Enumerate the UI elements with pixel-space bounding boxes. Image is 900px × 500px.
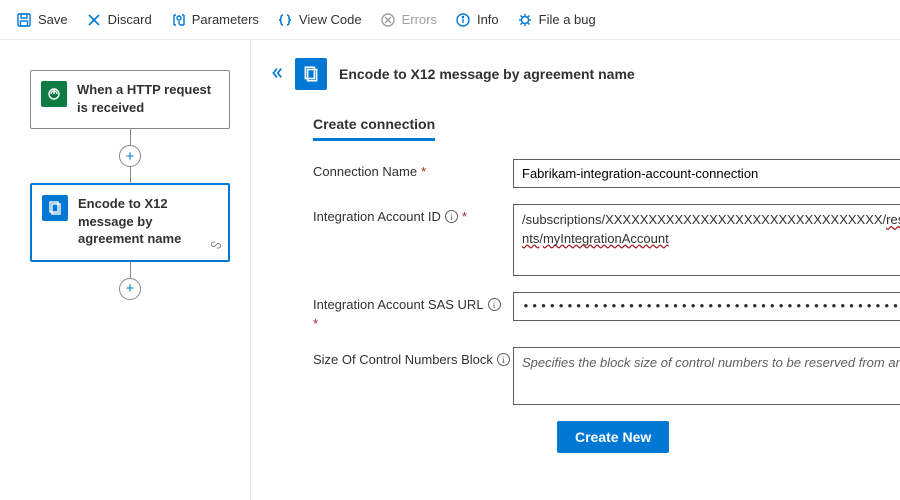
row-block-size: Size Of Control Numbers Block i Specifie… [313, 347, 900, 405]
row-sas-url: Integration Account SAS URL i * ••••••••… [313, 292, 900, 331]
http-trigger-icon [41, 81, 67, 107]
connection-form: Connection Name* Integration Account ID … [313, 159, 900, 453]
connection-name-input[interactable] [513, 159, 900, 188]
discard-button[interactable]: Discard [78, 6, 160, 34]
panel-header: Encode to X12 message by agreement name … [269, 58, 900, 90]
save-button[interactable]: Save [8, 6, 76, 34]
bug-icon [517, 12, 533, 28]
info-icon[interactable]: i [497, 353, 510, 366]
connector: + [30, 129, 230, 183]
view-code-button[interactable]: View Code [269, 6, 370, 34]
save-icon [16, 12, 32, 28]
panel-tab-label: Create connection [313, 116, 435, 141]
label-account-id: Integration Account ID i * [313, 204, 513, 224]
link-icon [210, 238, 222, 256]
errors-icon [380, 12, 396, 28]
required-icon: * [313, 316, 513, 331]
required-icon: * [462, 209, 467, 224]
errors-label: Errors [402, 12, 437, 27]
discard-label: Discard [108, 12, 152, 27]
save-label: Save [38, 12, 68, 27]
view-code-label: View Code [299, 12, 362, 27]
label-sas-url: Integration Account SAS URL i * [313, 292, 513, 331]
connector: + [30, 262, 230, 300]
info-label: Info [477, 12, 499, 27]
info-icon[interactable]: i [488, 298, 501, 311]
details-panel: Encode to X12 message by agreement name … [250, 40, 900, 500]
collapse-icon[interactable] [269, 66, 283, 83]
action-label: Encode to X12 message by agreement name [78, 195, 216, 248]
sas-url-input[interactable]: ••••••••••••••••••••••••••••••••••••••••… [513, 292, 900, 321]
add-step-button[interactable]: + [119, 145, 141, 167]
account-id-input[interactable]: /subscriptions/XXXXXXXXXXXXXXXXXXXXXXXXX… [513, 204, 900, 276]
parameters-label: Parameters [192, 12, 259, 27]
info-icon [455, 12, 471, 28]
parameters-icon [170, 12, 186, 28]
x12-action-icon [42, 195, 68, 221]
panel-tab[interactable]: Create connection [313, 116, 900, 141]
x12-panel-icon [295, 58, 327, 90]
discard-icon [86, 12, 102, 28]
row-connection-name: Connection Name* [313, 159, 900, 188]
code-icon [277, 12, 293, 28]
errors-button: Errors [372, 6, 445, 34]
required-icon: * [421, 164, 426, 179]
action-card[interactable]: Encode to X12 message by agreement name [30, 183, 230, 262]
file-bug-label: File a bug [539, 12, 596, 27]
create-new-button[interactable]: Create New [557, 421, 669, 453]
add-step-button[interactable]: + [119, 278, 141, 300]
connector-line [130, 167, 131, 183]
connector-line [130, 262, 131, 278]
designer-canvas: When a HTTP request is received + Encode… [0, 40, 250, 500]
trigger-label: When a HTTP request is received [77, 81, 217, 116]
trigger-card[interactable]: When a HTTP request is received [30, 70, 230, 129]
parameters-button[interactable]: Parameters [162, 6, 267, 34]
file-bug-button[interactable]: File a bug [509, 6, 604, 34]
label-block-size: Size Of Control Numbers Block i [313, 347, 513, 367]
info-button[interactable]: Info [447, 6, 507, 34]
row-account-id: Integration Account ID i * /subscription… [313, 204, 900, 276]
info-icon[interactable]: i [445, 210, 458, 223]
block-size-input[interactable]: Specifies the block size of control numb… [513, 347, 900, 405]
button-row: Create New [557, 421, 900, 453]
label-connection-name: Connection Name* [313, 159, 513, 179]
panel-title: Encode to X12 message by agreement name [339, 66, 635, 82]
toolbar: Save Discard Parameters View Code Errors… [0, 0, 900, 40]
connector-line [130, 129, 131, 145]
main: When a HTTP request is received + Encode… [0, 40, 900, 500]
